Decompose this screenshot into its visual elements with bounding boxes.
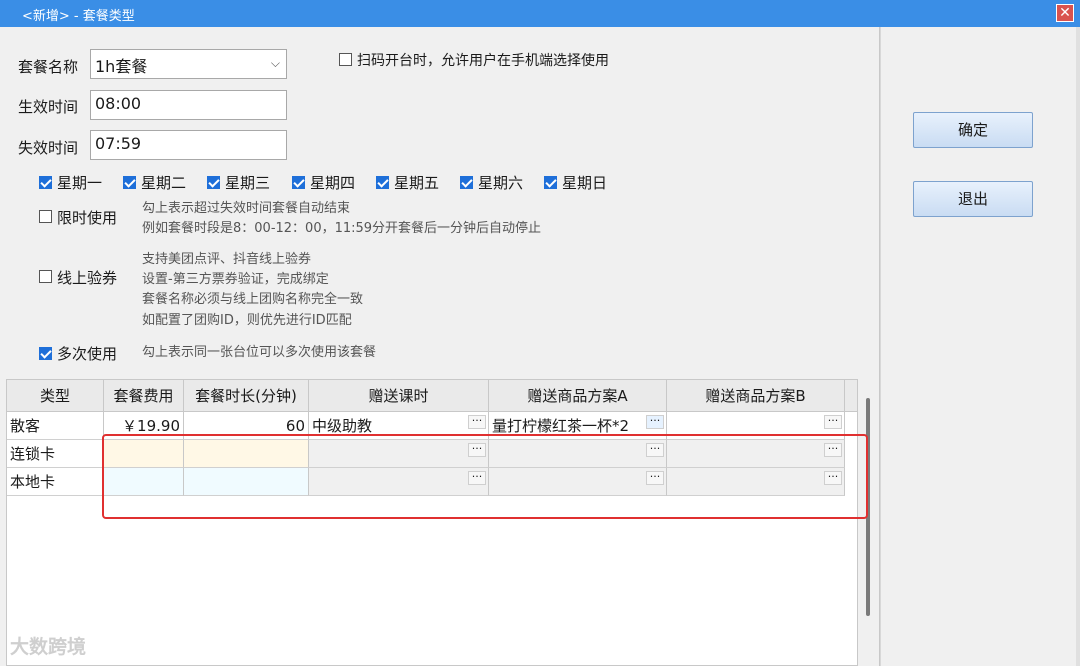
more-icon[interactable]: ··· [824, 415, 842, 429]
online-voucher-hint-4: 如配置了团购ID，则优先进行ID匹配 [142, 313, 352, 328]
table-cell-type[interactable]: 本地卡 [7, 468, 104, 496]
weekday-checkbox-sat[interactable] [460, 176, 473, 189]
weekday-label-mon: 星期一 [57, 174, 103, 192]
weekday-checkbox-wed[interactable] [207, 176, 220, 189]
name-label: 套餐名称 [18, 58, 79, 76]
title-bar: <新增> - 套餐类型 ✕ [0, 0, 1080, 27]
more-icon[interactable]: ··· [468, 415, 486, 429]
chevron-down-icon[interactable]: ⌵ [271, 56, 280, 71]
multi-use-checkbox[interactable] [39, 347, 52, 360]
package-table: 类型 套餐费用 套餐时长(分钟) 赠送课时 赠送商品方案A 赠送商品方案B 散客… [6, 379, 858, 666]
online-voucher-hint-3: 套餐名称必须与线上团购名称完全一致 [142, 292, 364, 307]
weekday-checkbox-mon[interactable] [39, 176, 52, 189]
weekday-checkbox-sun[interactable] [544, 176, 557, 189]
column-header-plan-a[interactable]: 赠送商品方案A [489, 380, 667, 412]
online-voucher-hint-2: 设置-第三方票券验证，完成绑定 [142, 272, 329, 287]
limited-time-hint-2: 例如套餐时段是8：00-12：00，11:59分开套餐后一分钟后自动停止 [142, 221, 542, 236]
weekday-checkbox-fri[interactable] [376, 176, 389, 189]
weekday-label-thu: 星期四 [310, 174, 356, 192]
table-cell-type[interactable]: 散客 [7, 412, 104, 440]
limited-time-label: 限时使用 [57, 209, 118, 227]
weekday-label-sun: 星期日 [562, 174, 608, 192]
lesson-value: 中级助教 [312, 417, 373, 435]
end-time-label: 失效时间 [18, 139, 79, 157]
table-cell-type[interactable]: 连锁卡 [7, 440, 104, 468]
name-combobox[interactable]: 1h套餐 ⌵ [90, 49, 287, 79]
weekday-label-sat: 星期六 [478, 174, 524, 192]
watermark: 大数跨境 [10, 636, 87, 658]
start-time-label: 生效时间 [18, 98, 79, 116]
weekday-label-wed: 星期三 [225, 174, 271, 192]
limited-time-hint-1: 勾上表示超过失效时间套餐自动结束 [142, 201, 351, 216]
column-header-plan-b[interactable]: 赠送商品方案B [667, 380, 845, 412]
window-edge [1076, 27, 1080, 666]
multi-use-label: 多次使用 [57, 345, 118, 363]
weekday-label-tue: 星期二 [141, 174, 187, 192]
end-time-value: 07:59 [95, 134, 142, 153]
exit-button[interactable]: 退出 [913, 181, 1033, 217]
weekday-label-fri: 星期五 [394, 174, 440, 192]
online-voucher-hint-1: 支持美团点评、抖音线上验券 [142, 252, 312, 267]
ok-button[interactable]: 确定 [913, 112, 1033, 148]
start-time-value: 08:00 [95, 94, 142, 113]
column-header-fee[interactable]: 套餐费用 [104, 380, 184, 412]
close-icon[interactable]: ✕ [1056, 4, 1074, 22]
weekday-checkbox-tue[interactable] [123, 176, 136, 189]
weekday-checkbox-thu[interactable] [292, 176, 305, 189]
online-voucher-label: 线上验券 [57, 269, 118, 287]
window-title: <新增> - 套餐类型 [22, 9, 135, 24]
start-time-field[interactable]: 08:00 [90, 90, 287, 120]
multi-use-hint: 勾上表示同一张台位可以多次使用该套餐 [142, 345, 377, 360]
limited-time-checkbox[interactable] [39, 210, 52, 223]
column-header-duration[interactable]: 套餐时长(分钟) [184, 380, 309, 412]
column-header-spacer [845, 380, 857, 412]
column-header-lesson[interactable]: 赠送课时 [309, 380, 489, 412]
online-voucher-checkbox[interactable] [39, 270, 52, 283]
scan-option-checkbox[interactable] [339, 53, 352, 66]
end-time-field[interactable]: 07:59 [90, 130, 287, 160]
more-icon[interactable]: ··· [646, 415, 664, 429]
scan-option-label: 扫码开台时，允许用户在手机端选择使用 [357, 53, 609, 69]
name-value: 1h套餐 [95, 57, 148, 76]
highlight-annotation-box [102, 434, 868, 519]
column-header-type[interactable]: 类型 [7, 380, 104, 412]
plan-a-value: 量打柠檬红茶一杯*2 [492, 417, 630, 435]
